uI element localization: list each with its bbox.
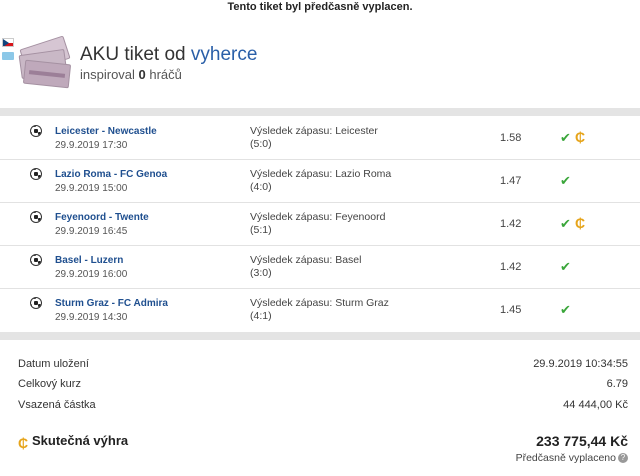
inspired-suffix: hráčů: [145, 67, 182, 82]
check-icon: ✔: [560, 173, 571, 188]
result-line: Výsledek zápasu: Feyenoord: [250, 211, 386, 223]
actual-win-value: 233 775,44 Kč: [536, 433, 628, 449]
check-icon: ✔: [560, 216, 571, 231]
match-row: Leicester - Newcastle 29.9.2019 17:30 Vý…: [0, 117, 640, 160]
result-score: (4:0): [250, 181, 272, 193]
result-score: (5:1): [250, 224, 272, 236]
match-date: 29.9.2019 16:00: [55, 269, 128, 280]
author-link[interactable]: vyherce: [191, 44, 258, 65]
result-line: Výsledek zápasu: Leicester: [250, 125, 378, 137]
result-score: (3:0): [250, 267, 272, 279]
check-icon: ✔: [560, 259, 571, 274]
check-icon: ✔: [560, 302, 571, 317]
football-icon: [30, 211, 42, 223]
match-date: 29.9.2019 15:00: [55, 183, 128, 194]
saved-date-row: Datum uložení 29.9.2019 10:34:55: [18, 358, 628, 370]
match-row: Basel - Luzern 29.9.2019 16:00 Výsledek …: [0, 246, 640, 289]
divider-top: [0, 108, 640, 116]
win-coin-icon: ₵: [18, 435, 29, 451]
divider-bottom: [0, 332, 640, 340]
match-result: Výsledek zápasu: Basel (3:0): [250, 254, 361, 280]
match-result: Výsledek zápasu: Sturm Graz (4:1): [250, 297, 389, 323]
cashout-coin-icon: ₵: [575, 129, 586, 145]
match-list: Leicester - Newcastle 29.9.2019 17:30 Vý…: [0, 117, 640, 332]
stake-value: 44 444,00 Kč: [563, 399, 628, 411]
total-odds-row: Celkový kurz 6.79: [18, 378, 628, 390]
match-teams[interactable]: Feyenoord - Twente: [55, 212, 149, 223]
result-line: Výsledek zápasu: Lazio Roma: [250, 168, 392, 180]
money-stack-icon: [14, 35, 72, 92]
match-result: Výsledek zápasu: Leicester (5:0): [250, 125, 378, 151]
match-teams[interactable]: Basel - Luzern: [55, 255, 123, 266]
match-row: Sturm Graz - FC Admira 29.9.2019 14:30 V…: [0, 289, 640, 332]
secondary-flag-icon: [2, 52, 14, 60]
match-date: 29.9.2019 14:30: [55, 312, 128, 323]
check-icon: ✔: [560, 130, 571, 145]
match-odds: 1.42: [500, 218, 522, 230]
result-line: Výsledek zápasu: Basel: [250, 254, 362, 266]
match-date: 29.9.2019 17:30: [55, 140, 128, 151]
ticket-header: AKU tiket od vyherce inspiroval 0 hráčů: [0, 30, 640, 100]
match-odds: 1.45: [500, 304, 522, 316]
match-date: 29.9.2019 16:45: [55, 226, 128, 237]
cashout-coin-icon: ₵: [575, 215, 586, 231]
match-odds: 1.42: [500, 261, 522, 273]
help-icon[interactable]: ?: [618, 453, 628, 464]
total-odds-label: Celkový kurz: [18, 378, 81, 390]
saved-date-value: 29.9.2019 10:34:55: [533, 358, 628, 370]
early-payout-note: Předčasně vyplaceno?: [516, 452, 628, 464]
saved-date-label: Datum uložení: [18, 358, 89, 370]
result-score: (4:1): [250, 310, 272, 322]
ticket-title: AKU tiket od vyherce: [80, 44, 257, 66]
match-odds: 1.47: [500, 175, 522, 187]
match-row: Lazio Roma - FC Genoa 29.9.2019 15:00 Vý…: [0, 160, 640, 203]
result-score: (5:0): [250, 138, 272, 150]
football-icon: [30, 254, 42, 266]
result-line: Výsledek zápasu: Sturm Graz: [250, 297, 389, 309]
match-odds: 1.58: [500, 132, 522, 144]
inspired-count: inspiroval 0 hráčů: [80, 67, 182, 82]
match-teams[interactable]: Sturm Graz - FC Admira: [55, 298, 168, 309]
total-odds-value: 6.79: [606, 378, 628, 390]
football-icon: [30, 168, 42, 180]
match-teams[interactable]: Lazio Roma - FC Genoa: [55, 169, 167, 180]
football-icon: [30, 125, 42, 137]
match-row: Feyenoord - Twente 29.9.2019 16:45 Výsle…: [0, 203, 640, 246]
match-result: Výsledek zápasu: Feyenoord (5:1): [250, 211, 385, 237]
stake-label: Vsazená částka: [18, 399, 96, 411]
czech-flag-icon: [2, 38, 14, 47]
football-icon: [30, 297, 42, 309]
match-result: Výsledek zápasu: Lazio Roma (4:0): [250, 168, 391, 194]
payout-banner: Tento tiket byl předčasně vyplacen.: [227, 1, 413, 13]
inspired-number: 0: [138, 67, 146, 82]
match-teams[interactable]: Leicester - Newcastle: [55, 126, 157, 137]
stake-row: Vsazená částka 44 444,00 Kč: [18, 399, 628, 411]
inspired-prefix: inspiroval: [80, 67, 139, 82]
early-payout-label: Předčasně vyplaceno: [515, 452, 616, 464]
actual-win-label: Skutečná výhra: [32, 433, 129, 448]
ticket-title-prefix: AKU tiket od: [80, 44, 191, 65]
